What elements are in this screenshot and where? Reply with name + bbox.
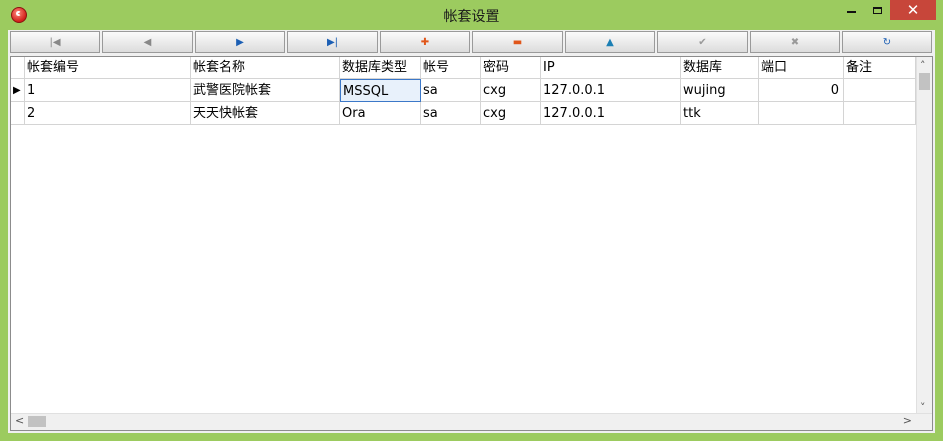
maximize-icon [872, 6, 882, 14]
post-edit-button[interactable]: ✔ [657, 31, 748, 53]
table-cell[interactable]: 1 [25, 79, 191, 102]
close-button[interactable]: ✕ [890, 0, 936, 20]
last-record-icon: ▶| [326, 36, 339, 48]
table-cell[interactable]: wujing [681, 79, 759, 102]
column-header[interactable]: 帐套名称 [191, 57, 340, 79]
table-cell[interactable] [759, 102, 844, 125]
first-record-button[interactable]: |◀ [10, 31, 100, 53]
column-header[interactable]: 密码 [481, 57, 541, 79]
maximize-button[interactable] [864, 0, 890, 20]
edit-record-icon: ▲ [606, 36, 614, 48]
prior-record-button[interactable]: ◀ [102, 31, 193, 53]
edit-record-button[interactable]: ▲ [565, 31, 655, 53]
first-record-icon: |◀ [49, 36, 61, 48]
column-header[interactable]: 帐套编号 [25, 57, 191, 79]
scroll-left-icon[interactable]: < [15, 414, 24, 427]
post-edit-icon: ✔ [698, 36, 707, 48]
minimize-button[interactable] [838, 0, 864, 20]
minimize-icon [846, 11, 856, 13]
close-icon: ✕ [906, 1, 920, 19]
column-header[interactable]: IP [541, 57, 681, 79]
column-header[interactable]: 备注 [844, 57, 916, 79]
title-bar[interactable]: 帐套设置 ✕ [0, 0, 943, 30]
header-indicator-cell [11, 57, 25, 79]
vertical-scroll-thumb[interactable] [919, 73, 930, 90]
next-record-button[interactable]: ▶ [195, 31, 285, 53]
row-indicator-cell[interactable] [11, 102, 25, 125]
column-header[interactable]: 数据库类型 [340, 57, 421, 79]
table-cell[interactable] [844, 79, 916, 102]
table-cell[interactable]: 127.0.0.1 [541, 79, 681, 102]
table-cell[interactable] [844, 102, 916, 125]
table-cell[interactable]: cxg [481, 102, 541, 125]
vertical-scrollbar[interactable]: ˄ ˅ [916, 57, 932, 414]
db-navigator: |◀ ◀ ▶ ▶| ✚ ▬ ▲ ✔ ✖ ↻ [8, 30, 935, 56]
last-record-button[interactable]: ▶| [287, 31, 378, 53]
table-cell[interactable]: 天天快帐套 [191, 102, 340, 125]
refresh-data-icon: ↻ [882, 36, 892, 48]
table-cell[interactable]: sa [421, 79, 481, 102]
column-header[interactable]: 帐号 [421, 57, 481, 79]
column-header[interactable]: 端口 [759, 57, 844, 79]
delete-record-button[interactable]: ▬ [472, 31, 563, 53]
scroll-up-icon[interactable]: ˄ [920, 59, 926, 72]
table-cell[interactable]: 2 [25, 102, 191, 125]
horizontal-scroll-thumb[interactable] [28, 416, 46, 427]
column-header[interactable]: 数据库 [681, 57, 759, 79]
table-cell[interactable]: 127.0.0.1 [541, 102, 681, 125]
table-cell[interactable]: cxg [481, 79, 541, 102]
scroll-right-icon[interactable]: > [903, 414, 912, 427]
table-cell[interactable]: sa [421, 102, 481, 125]
account-set-window: 帐套设置 ✕ |◀ ◀ ▶ ▶| ✚ ▬ ▲ ✔ ✖ ↻ 帐套编号 帐套名称 数据库类型 帐号 密码 IP 数… [0, 0, 943, 441]
delete-record-icon: ▬ [512, 36, 523, 48]
row-indicator-cell[interactable]: ▶ [11, 79, 25, 102]
horizontal-scrollbar[interactable]: < > [11, 413, 932, 430]
cancel-edit-button[interactable]: ✖ [750, 31, 840, 53]
cancel-edit-icon: ✖ [790, 36, 800, 48]
client-area: |◀ ◀ ▶ ▶| ✚ ▬ ▲ ✔ ✖ ↻ 帐套编号 帐套名称 数据库类型 帐号 密码 IP 数据库 端口 备注 … [8, 30, 935, 433]
table-cell[interactable]: 0 [759, 79, 844, 102]
table-row[interactable]: ▶ 1 武警医院帐套 MSSQL sa cxg 127.0.0.1 wujing 0 [11, 79, 916, 102]
prior-record-icon: ◀ [143, 36, 152, 48]
table-cell[interactable]: Ora [340, 102, 421, 125]
table-cell[interactable]: 武警医院帐套 [191, 79, 340, 102]
next-record-icon: ▶ [236, 36, 244, 48]
table-cell[interactable]: ttk [681, 102, 759, 125]
insert-record-icon: ✚ [420, 36, 430, 48]
table-cell[interactable]: MSSQL [340, 79, 421, 102]
accounts-grid[interactable]: 帐套编号 帐套名称 数据库类型 帐号 密码 IP 数据库 端口 备注 ▶ 1 武警医院帐套 MSSQL… [10, 56, 933, 431]
window-title: 帐套设置 [443, 9, 500, 25]
insert-record-button[interactable]: ✚ [380, 31, 470, 53]
table-row[interactable]: 2 天天快帐套 Ora sa cxg 127.0.0.1 ttk [11, 102, 916, 125]
current-row-icon: ▶ [13, 85, 21, 96]
refresh-data-button[interactable]: ↻ [842, 31, 932, 53]
grid-header: 帐套编号 帐套名称 数据库类型 帐号 密码 IP 数据库 端口 备注 [11, 57, 916, 79]
